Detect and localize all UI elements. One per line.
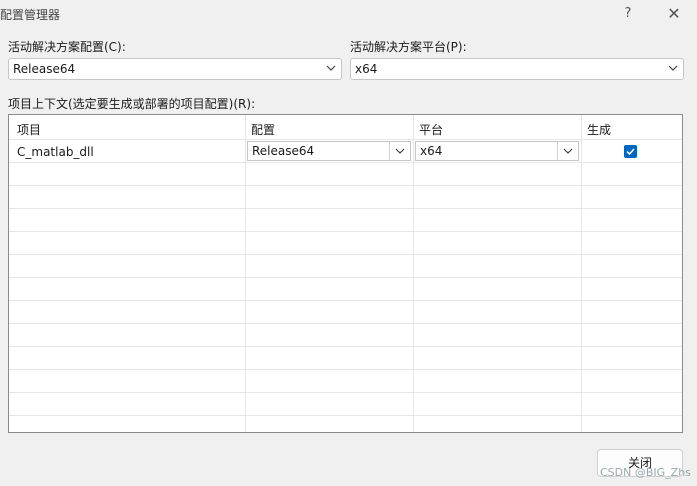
row-platform-dropdown[interactable]: [557, 142, 578, 160]
project-context-label: 项目上下文(选定要生成或部署的项目配置)(R):: [8, 97, 256, 111]
chevron-down-icon: [326, 65, 336, 71]
build-checkbox[interactable]: [624, 145, 637, 158]
row-divider: [9, 162, 682, 163]
title-bar: 配置管理器 ? ✕: [0, 0, 697, 28]
row-divider: [9, 323, 682, 324]
header-build[interactable]: 生成: [587, 121, 611, 138]
project-name[interactable]: C_matlab_dll: [17, 145, 94, 159]
row-divider: [9, 346, 682, 347]
project-context-grid[interactable]: 项目 配置 平台 生成 C_matlab_dll Release64 x64: [8, 114, 683, 433]
chevron-down-icon: [668, 65, 678, 71]
row-platform-value: x64: [420, 144, 443, 158]
solution-config-value: Release64: [13, 62, 76, 76]
solution-config-label: 活动解决方案配置(C):: [8, 40, 126, 54]
row-divider: [9, 185, 682, 186]
row-divider: [9, 300, 682, 301]
checkbox-checked-icon: [626, 148, 635, 156]
header-platform[interactable]: 平台: [419, 121, 443, 138]
watermark: CSDN @BIG_Zhs: [600, 466, 691, 479]
row-divider: [9, 139, 682, 140]
chevron-down-icon: [563, 148, 573, 154]
row-divider: [9, 277, 682, 278]
row-config-value: Release64: [252, 144, 315, 158]
header-project[interactable]: 项目: [17, 121, 41, 138]
row-divider: [9, 231, 682, 232]
row-divider: [9, 208, 682, 209]
solution-platform-combo[interactable]: x64: [350, 58, 684, 80]
solution-platform-label: 活动解决方案平台(P):: [350, 40, 467, 54]
help-icon[interactable]: ?: [614, 4, 642, 24]
window-title: 配置管理器: [0, 8, 61, 22]
row-divider: [9, 369, 682, 370]
solution-config-combo[interactable]: Release64: [8, 58, 342, 80]
solution-platform-value: x64: [355, 62, 378, 76]
row-platform-combo[interactable]: x64: [415, 141, 579, 161]
header-config[interactable]: 配置: [251, 121, 275, 138]
row-config-dropdown[interactable]: [389, 142, 410, 160]
close-icon[interactable]: ✕: [660, 4, 688, 24]
row-config-combo[interactable]: Release64: [247, 141, 411, 161]
row-divider: [9, 392, 682, 393]
row-divider: [9, 254, 682, 255]
row-divider: [9, 415, 682, 416]
chevron-down-icon: [395, 148, 405, 154]
